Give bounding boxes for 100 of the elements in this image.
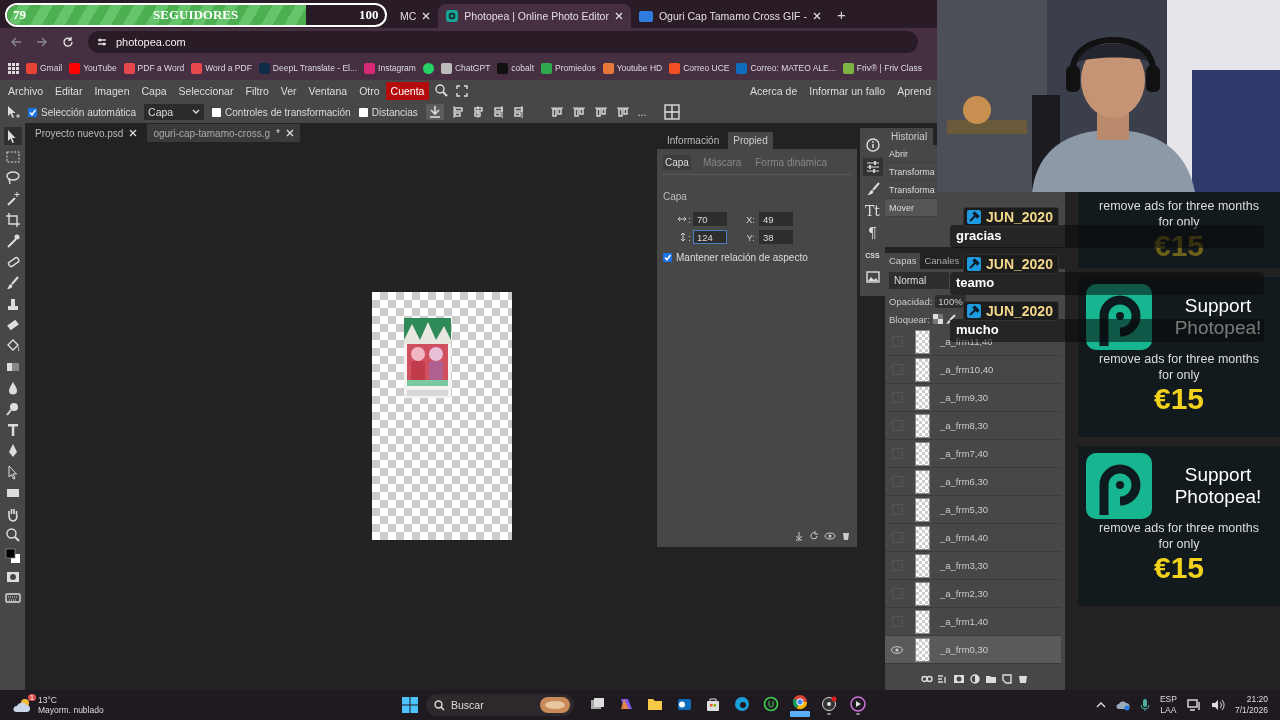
document-tab[interactable]: oguri-cap-tamamo-cross.g * (147, 124, 300, 142)
align-right-icon[interactable] (491, 105, 504, 119)
menu-item[interactable]: Seleccionar (172, 84, 240, 97)
type-panel-icon[interactable]: ¶ (862, 224, 883, 242)
search-icon[interactable] (435, 84, 449, 97)
chrome-icon[interactable] (791, 693, 808, 710)
menu-item[interactable]: Archivo (2, 84, 49, 97)
align-top-icon[interactable] (549, 106, 564, 118)
checkbox[interactable] (212, 107, 222, 117)
lock-brush-icon[interactable] (945, 314, 956, 324)
menu-item[interactable]: Editar (49, 84, 89, 97)
cloud-icon[interactable] (1115, 699, 1130, 711)
play-icon[interactable] (849, 695, 866, 712)
menu-item[interactable]: Ver (274, 84, 303, 97)
zoom-tool-icon[interactable] (3, 526, 22, 544)
image-icon[interactable] (865, 271, 880, 283)
task-view-icon[interactable] (588, 695, 605, 712)
more-button[interactable]: ... (637, 106, 647, 118)
bookmark-link[interactable]: Word a PDF (191, 62, 252, 74)
bookmark-link[interactable]: Instagram (364, 62, 416, 74)
menu-item[interactable]: Ventana (302, 84, 354, 97)
bookmark-link[interactable]: Promiedos (541, 62, 596, 74)
layer-row[interactable]: _a_frm7,40 (885, 440, 1061, 468)
bookmark-link[interactable]: DeepL Translate - El... (258, 62, 358, 74)
layer-row[interactable]: _a_frm8,30 (885, 412, 1061, 440)
history-item[interactable]: Mover (885, 199, 937, 217)
bookmark-link[interactable]: Correo: MATEO ALE... (736, 62, 836, 74)
panel-tab[interactable]: Propied (728, 132, 773, 149)
info-icon[interactable] (865, 138, 880, 152)
link-icon[interactable] (921, 674, 933, 684)
edge-icon[interactable] (733, 695, 750, 712)
layer-row[interactable]: _a_frm2,30 (885, 580, 1061, 608)
volume-icon[interactable] (1210, 699, 1225, 711)
bookmark-link[interactable]: ChatGPT (440, 62, 491, 74)
menu-item[interactable]: Filtro (239, 84, 275, 97)
close-icon[interactable] (422, 12, 431, 20)
close-icon[interactable] (286, 129, 294, 137)
layer-row[interactable]: _a_frm6,30 (885, 468, 1061, 496)
menu-item[interactable]: Capa (135, 84, 173, 97)
forward-icon[interactable] (36, 36, 48, 48)
blend-mode-dropdown[interactable]: Normal (889, 272, 949, 289)
number-field[interactable]: 49 (759, 212, 793, 226)
checkbox[interactable] (358, 107, 368, 117)
back-icon[interactable] (10, 36, 22, 48)
menu-link[interactable]: Informar un fallo (803, 84, 892, 97)
close-icon[interactable] (812, 12, 821, 20)
target-dropdown[interactable]: Capa (144, 104, 205, 120)
lock-pixels-icon[interactable] (932, 314, 943, 324)
close-icon[interactable] (129, 129, 138, 137)
fullscreen-icon[interactable] (456, 84, 469, 97)
microphone-icon[interactable] (1139, 698, 1150, 712)
align-middle-icon[interactable] (571, 106, 586, 118)
folder-icon[interactable] (985, 674, 997, 684)
browser-tab[interactable]: Oguri Cap Tamamo Cross GIF - (630, 4, 829, 28)
layer-row[interactable]: _a_frm10,40 (885, 356, 1061, 384)
language-indicator[interactable]: ESP LAA (1159, 694, 1177, 716)
align-left-icon[interactable] (451, 105, 464, 119)
refresh-icon[interactable] (809, 531, 819, 541)
bookmark-link[interactable]: Friv® | Friv Class (842, 62, 922, 74)
bookmark-link[interactable]: Youtube HD (602, 62, 663, 74)
panel-tab[interactable]: Historial (885, 128, 934, 145)
move-tool-icon[interactable] (6, 105, 20, 119)
layer-row[interactable]: _a_frm4,40 (885, 524, 1061, 552)
color-swatch-icon[interactable] (3, 547, 22, 565)
panel-tab[interactable]: Canales (920, 253, 964, 269)
network-icon[interactable] (1186, 699, 1201, 711)
chevron-up-icon[interactable] (1095, 702, 1106, 708)
close-icon[interactable] (614, 12, 623, 20)
new-layer-icon[interactable] (1001, 674, 1013, 684)
bookmark-link[interactable]: cobalt (497, 62, 534, 74)
browser-tab[interactable]: Photopea | Online Photo Editor (438, 4, 631, 28)
browser-tab[interactable]: MC (392, 4, 439, 28)
trash-icon[interactable] (1017, 674, 1029, 684)
crop-tool-icon[interactable] (3, 211, 22, 229)
menu-link[interactable]: Aprend (891, 84, 937, 97)
start-icon[interactable] (402, 697, 418, 713)
menu-item[interactable]: Imagen (88, 84, 136, 97)
bookmark-link[interactable]: PDF a Word (123, 62, 185, 74)
store-bag-icon[interactable] (704, 695, 721, 712)
trash-icon[interactable] (841, 531, 851, 541)
eye-icon[interactable] (824, 531, 836, 541)
panel-tab[interactable]: Información (662, 132, 725, 149)
number-field[interactable]: 38 (759, 230, 793, 244)
search-field[interactable]: Buscar (426, 694, 574, 716)
eye-icon[interactable] (891, 645, 903, 654)
align-center-icon[interactable] (471, 105, 484, 119)
panel-tab[interactable]: Capas (885, 253, 921, 269)
panel-subtab[interactable]: Capa (663, 155, 691, 170)
bookmark-icon[interactable] (422, 62, 434, 74)
bookmark-link[interactable]: Gmail (26, 62, 63, 74)
layer-row[interactable]: _a_frm0,30 (885, 636, 1061, 664)
download-icon[interactable] (425, 104, 444, 120)
align-bottom-icon[interactable] (593, 106, 608, 118)
document-tab[interactable]: Proyecto nuevo.psd (29, 124, 144, 142)
app-icon[interactable] (762, 695, 779, 712)
reload-icon[interactable] (62, 36, 74, 48)
number-field[interactable]: 124 (693, 230, 727, 244)
bookmark-link[interactable]: Correo UCE (669, 62, 730, 74)
effects-icon[interactable] (937, 674, 949, 684)
type-panel-icon[interactable]: Tt (862, 202, 883, 220)
